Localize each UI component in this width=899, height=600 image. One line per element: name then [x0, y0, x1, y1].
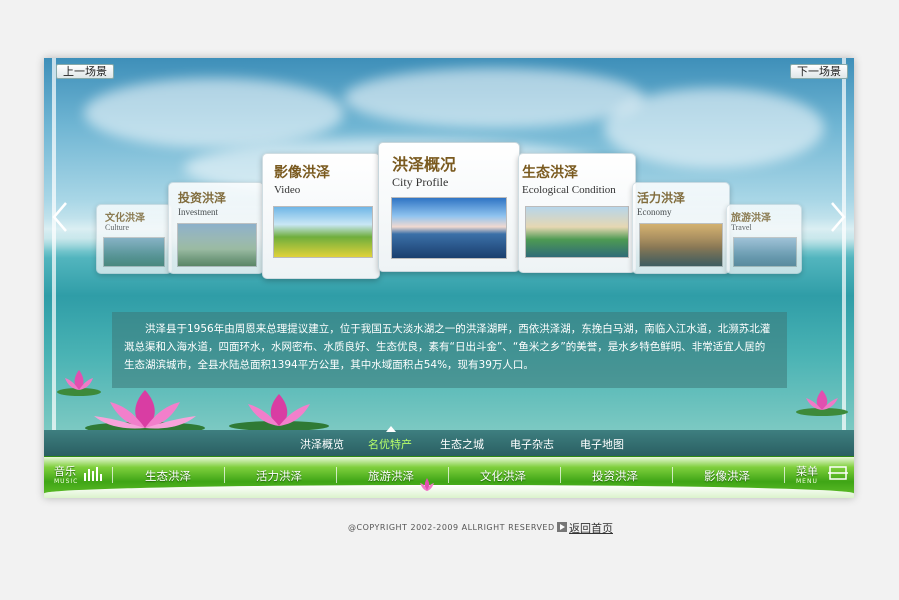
home-link[interactable]: 返回首页 [569, 520, 613, 536]
card-title: 洪泽概况 [392, 155, 457, 174]
card-title: 投资洪泽 [178, 191, 227, 205]
card-video[interactable]: 影像洪泽 Video [262, 153, 380, 279]
subnav-item-e-magazine[interactable]: 电子杂志 [510, 436, 554, 452]
menu-toggle[interactable]: 菜单 [796, 463, 818, 479]
lotus-flower-icon [796, 390, 848, 416]
lotus-flower-icon [229, 394, 329, 430]
frame-right [842, 58, 846, 430]
card-thumbnail [525, 206, 629, 258]
equalizer-icon[interactable] [84, 467, 102, 481]
nav-divider [672, 467, 673, 483]
prev-scene-button[interactable]: 上一场景 [56, 64, 114, 79]
card-title: 旅游洪泽 [731, 213, 771, 224]
card-thumbnail [177, 223, 257, 267]
nav-wave-decoration [44, 485, 854, 498]
card-title: 活力洪泽 [637, 191, 686, 205]
card-travel[interactable]: 旅游洪泽 Travel [726, 204, 802, 274]
subnav-item-eco-city[interactable]: 生态之城 [440, 436, 484, 452]
lotus-small-icon [420, 478, 434, 491]
music-toggle[interactable]: 音乐 [54, 463, 76, 479]
cloud [84, 78, 344, 148]
card-subtitle: City Profile [392, 175, 449, 189]
nav-divider [112, 467, 113, 483]
copyright-text: @COPYRIGHT 2002-2009 ALLRIGHT RESERVED [348, 523, 555, 532]
nav-item-culture[interactable]: 文化洪泽 [480, 468, 526, 484]
footer: @COPYRIGHT 2002-2009 ALLRIGHT RESERVED 返… [0, 520, 899, 540]
card-ecological[interactable]: 生态洪泽 Ecological Condition [518, 153, 636, 273]
pointer-icon [386, 426, 396, 432]
cloud [344, 68, 644, 128]
right-arrow-icon[interactable] [828, 201, 848, 233]
menu-icon[interactable] [828, 465, 848, 481]
subnav-item-overview[interactable]: 洪泽概览 [300, 436, 344, 452]
next-scene-button[interactable]: 下一场景 [790, 64, 848, 79]
nav-divider [560, 467, 561, 483]
subnav-item-specialty[interactable]: 名优特产 [368, 436, 412, 452]
nav-item-video[interactable]: 影像洪泽 [704, 468, 750, 484]
home-arrow-icon[interactable] [557, 522, 567, 532]
card-title: 文化洪泽 [105, 213, 145, 224]
description-panel: 洪泽县于1956年由周恩来总理提议建立，位于我国五大淡水湖之一的洪泽湖畔，西依洪… [112, 312, 787, 388]
card-thumbnail [273, 206, 373, 258]
nav-divider [336, 467, 337, 483]
card-title: 影像洪泽 [274, 165, 330, 181]
card-subtitle: Video [274, 184, 301, 196]
menu-sublabel: MENU [796, 478, 818, 485]
nav-item-tourism[interactable]: 旅游洪泽 [368, 468, 414, 484]
nav-item-vitality[interactable]: 活力洪泽 [256, 468, 302, 484]
music-sublabel: MUSIC [54, 478, 79, 485]
card-culture[interactable]: 文化洪泽 Culture [96, 204, 172, 274]
left-arrow-icon[interactable] [50, 201, 70, 233]
main-navigation: 音乐 MUSIC 生态洪泽 活力洪泽 旅游洪泽 文化洪泽 投资洪泽 影像洪泽 菜… [44, 456, 854, 498]
card-thumbnail [103, 237, 165, 267]
sub-navigation: 洪泽概览 名优特产 生态之城 电子杂志 电子地图 [44, 426, 854, 456]
card-investment[interactable]: 投资洪泽 Investment [168, 182, 264, 274]
card-thumbnail [733, 237, 797, 267]
nav-item-ecology[interactable]: 生态洪泽 [145, 468, 191, 484]
subnav-item-e-map[interactable]: 电子地图 [580, 436, 624, 452]
card-subtitle: Economy [637, 207, 672, 217]
nav-item-investment[interactable]: 投资洪泽 [592, 468, 638, 484]
card-subtitle: Investment [178, 207, 218, 217]
card-thumbnail [391, 197, 507, 259]
flash-stage: 上一场景 下一场景 文化洪泽 Culture 投资洪泽 Investment 影… [44, 58, 854, 498]
card-thumbnail [639, 223, 723, 267]
card-subtitle: Culture [105, 223, 129, 232]
nav-divider [224, 467, 225, 483]
card-city-profile[interactable]: 洪泽概况 City Profile [378, 142, 520, 272]
lake-scene: 上一场景 下一场景 文化洪泽 Culture 投资洪泽 Investment 影… [44, 58, 854, 430]
cloud [604, 88, 824, 168]
card-subtitle: Ecological Condition [522, 184, 616, 196]
card-subtitle: Travel [731, 223, 752, 232]
nav-divider [448, 467, 449, 483]
card-economy[interactable]: 活力洪泽 Economy [632, 182, 730, 274]
nav-divider [784, 467, 785, 483]
lotus-flower-icon [85, 390, 205, 430]
card-title: 生态洪泽 [522, 165, 578, 181]
